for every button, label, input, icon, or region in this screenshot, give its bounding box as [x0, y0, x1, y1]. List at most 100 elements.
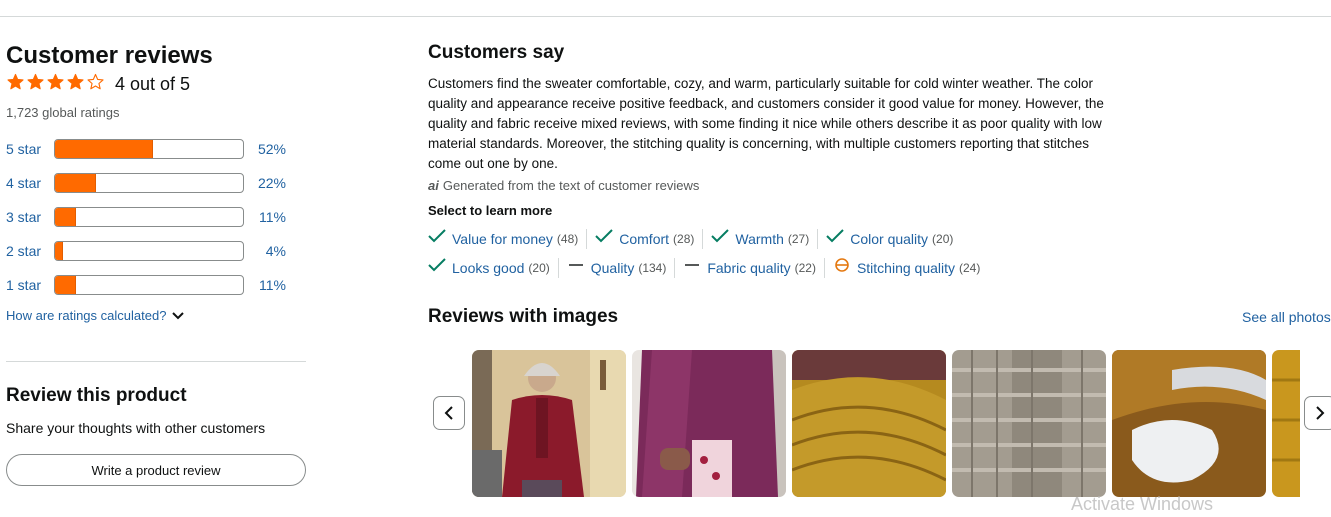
star-filled-icon: [6, 73, 25, 96]
aspect-count: (27): [787, 231, 810, 246]
histogram-percent[interactable]: 22%: [244, 175, 286, 191]
histogram-bar-fill: [55, 140, 153, 158]
woman-in-red-cardigan-image: [472, 350, 626, 497]
aspect-name: Value for money: [452, 230, 553, 247]
star-filled-icon: [46, 73, 65, 96]
aspect-chip[interactable]: Comfort (28): [595, 228, 704, 249]
review-image-3[interactable]: [792, 350, 946, 497]
aspect-chip[interactable]: Value for money (48): [428, 228, 588, 249]
histogram-row[interactable]: 3 star 11%: [6, 200, 306, 234]
global-ratings-count: 1,723 global ratings: [6, 105, 120, 120]
aspect-chip[interactable]: Stitching quality (24): [833, 258, 988, 278]
average-rating-row: 4 out of 5: [6, 72, 306, 96]
aspect-chip[interactable]: Color quality (20): [826, 229, 961, 249]
grey-knit-texture-image: [952, 350, 1106, 497]
review-image-2[interactable]: [632, 350, 786, 497]
histogram-star-label[interactable]: 3 star: [6, 209, 54, 225]
aspect-count: (20): [932, 231, 954, 246]
left-divider: [6, 361, 306, 362]
histogram-star-label[interactable]: 5 star: [6, 141, 54, 157]
aspect-count: (28): [673, 231, 695, 246]
aspect-name: Color quality: [850, 230, 929, 247]
histogram-bar[interactable]: [54, 173, 244, 193]
star-empty-icon: [86, 73, 105, 96]
carousel-prev-button[interactable]: [433, 396, 465, 430]
aspect-name: Comfort: [619, 230, 670, 247]
how-ratings-calculated-label: How are ratings calculated?: [6, 308, 167, 323]
chevron-left-icon: [444, 406, 453, 420]
histogram-percent[interactable]: 11%: [244, 209, 286, 225]
customers-say-section: Customers say Customers find the sweater…: [428, 40, 1118, 282]
histogram-bar-fill: [55, 208, 76, 226]
write-review-button[interactable]: Write a product review: [6, 454, 306, 486]
check-icon: [826, 229, 844, 248]
dash-icon: [567, 258, 585, 277]
review-image-1[interactable]: [472, 350, 626, 497]
aspect-name: Quality: [590, 259, 635, 276]
review-image-6[interactable]: [1272, 350, 1300, 497]
aspect-chip[interactable]: Looks good (20): [428, 257, 559, 278]
ai-generated-note: ai Generated from the text of customer r…: [428, 178, 1118, 193]
histogram-star-label[interactable]: 2 star: [6, 243, 54, 259]
histogram-bar[interactable]: [54, 241, 244, 261]
mustard-sweater-with-cloth-image: [1112, 350, 1266, 497]
histogram-bar[interactable]: [54, 275, 244, 295]
rating-histogram: 5 star 52% 4 star 22% 3 star 11% 2 star 4% 1 sta…: [6, 132, 306, 302]
aspect-list: Value for money (48) Comfort (28) Warmth (27)…: [428, 224, 1048, 282]
histogram-row[interactable]: 1 star 11%: [6, 268, 306, 302]
top-divider: [0, 16, 1331, 17]
aspect-count: (48): [556, 231, 579, 246]
aspect-name: Warmth: [735, 230, 784, 247]
aspect-count: (134): [638, 260, 667, 275]
histogram-bar-fill: [55, 276, 76, 294]
activate-windows-watermark: Activate Windows: [1071, 494, 1214, 514]
histogram-bar[interactable]: [54, 207, 244, 227]
select-to-learn-title: Select to learn more: [428, 203, 553, 218]
aspect-row-2: Looks good (20) Quality (134) Fabric quality…: [428, 253, 1048, 282]
reviews-with-images-title: Reviews with images: [428, 306, 619, 327]
ai-generated-text: Generated from the text of customer revi…: [442, 178, 700, 193]
aspect-chip[interactable]: Fabric quality (22): [683, 257, 825, 278]
aspect-count: (20): [528, 260, 550, 275]
histogram-row[interactable]: 5 star 52%: [6, 132, 306, 166]
mustard-knit-partial-image: [1272, 350, 1300, 497]
histogram-star-label[interactable]: 4 star: [6, 175, 54, 191]
chevron-right-icon: [1316, 406, 1325, 420]
how-ratings-calculated-link[interactable]: How are ratings calculated?: [6, 308, 306, 323]
histogram-percent[interactable]: 4%: [244, 243, 286, 259]
check-icon: [711, 229, 730, 248]
aspect-count: (22): [794, 260, 816, 275]
see-all-photos-link[interactable]: See all photos: [1242, 309, 1331, 325]
carousel-next-button[interactable]: [1304, 396, 1331, 430]
check-icon: [428, 229, 446, 248]
histogram-bar-fill: [55, 242, 63, 260]
star-filled-icon: [26, 73, 45, 96]
customers-say-title: Customers say: [428, 42, 565, 63]
chevron-down-icon: [172, 308, 185, 323]
aspect-chip[interactable]: Warmth (27): [711, 228, 819, 249]
aspect-chip[interactable]: Quality (134): [567, 257, 676, 278]
histogram-row[interactable]: 2 star 4%: [6, 234, 306, 268]
aspect-name: Fabric quality: [707, 259, 791, 276]
average-rating-text: 4 out of 5: [115, 73, 191, 94]
histogram-row[interactable]: 4 star 22%: [6, 166, 306, 200]
minus-circle-icon: [833, 258, 851, 277]
customer-reviews-section: Customer reviews 4 out of 5 1,723 global…: [6, 40, 306, 323]
customers-say-summary: Customers find the sweater comfortable, …: [428, 76, 1104, 171]
histogram-percent[interactable]: 52%: [244, 141, 286, 157]
ai-icon: ai: [428, 178, 439, 193]
purple-cardigan-image: [632, 350, 786, 497]
review-image-5[interactable]: [1112, 350, 1266, 497]
histogram-bar-fill: [55, 174, 97, 192]
histogram-star-label[interactable]: 1 star: [6, 277, 54, 293]
aspect-name: Looks good: [452, 259, 525, 276]
histogram-bar[interactable]: [54, 139, 244, 159]
review-product-subtitle: Share your thoughts with other customers: [6, 420, 266, 436]
review-image-4[interactable]: [952, 350, 1106, 497]
star-rating[interactable]: [6, 73, 105, 96]
check-icon: [595, 229, 613, 248]
star-filled-icon: [66, 73, 85, 96]
aspect-row-1: Value for money (48) Comfort (28) Warmth (27)…: [428, 224, 1048, 253]
histogram-percent[interactable]: 11%: [244, 277, 286, 293]
customer-reviews-title: Customer reviews: [6, 42, 213, 69]
